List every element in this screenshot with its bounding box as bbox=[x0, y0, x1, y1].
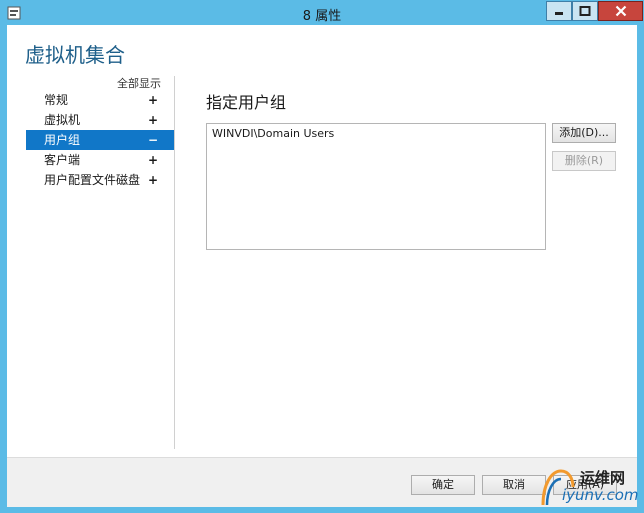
expand-icon[interactable]: + bbox=[148, 170, 158, 190]
properties-window: 8 属性 虚拟机集合 全部显示 常规 + 虚拟机 + 用户组 − 客户端 + 用… bbox=[0, 0, 644, 513]
ok-button[interactable]: 确定 bbox=[411, 475, 475, 495]
expand-icon[interactable]: + bbox=[148, 150, 158, 170]
maximize-button[interactable] bbox=[572, 1, 598, 21]
sidebar-item-client[interactable]: 客户端 + bbox=[26, 150, 174, 170]
sidebar-item-label: 客户端 bbox=[44, 153, 81, 167]
sidebar-item-label: 虚拟机 bbox=[44, 113, 81, 127]
add-button[interactable]: 添加(D)... bbox=[552, 123, 616, 143]
sidebar-nav: 常规 + 虚拟机 + 用户组 − 客户端 + 用户配置文件磁盘 + bbox=[26, 90, 174, 190]
sidebar-item-label: 用户配置文件磁盘 bbox=[44, 173, 141, 187]
delete-button[interactable]: 删除(R) bbox=[552, 151, 616, 171]
page-heading: 虚拟机集合 bbox=[25, 43, 125, 67]
expand-icon[interactable]: + bbox=[148, 90, 158, 110]
show-all-link[interactable]: 全部显示 bbox=[117, 75, 161, 91]
close-icon bbox=[615, 5, 626, 17]
maximize-icon bbox=[579, 6, 591, 16]
collapse-icon[interactable]: − bbox=[148, 130, 158, 150]
sidebar-item-virtual-machines[interactable]: 虚拟机 + bbox=[26, 110, 174, 130]
sidebar-item-label: 常规 bbox=[44, 93, 69, 107]
close-button[interactable] bbox=[598, 1, 643, 21]
sidebar-item-label: 用户组 bbox=[44, 133, 81, 147]
watermark-url: iyunv.com bbox=[562, 486, 639, 504]
watermark-text: 运维网 bbox=[580, 469, 626, 487]
user-group-list[interactable]: WINVDI\Domain Users bbox=[206, 123, 546, 250]
sidebar-divider bbox=[174, 76, 175, 449]
dialog-content: 虚拟机集合 全部显示 常规 + 虚拟机 + 用户组 − 客户端 + 用户配置文件… bbox=[7, 25, 637, 507]
sidebar-item-user-profile-disks[interactable]: 用户配置文件磁盘 + bbox=[26, 170, 174, 190]
expand-icon[interactable]: + bbox=[148, 110, 158, 130]
sidebar-item-general[interactable]: 常规 + bbox=[26, 90, 174, 110]
section-title: 指定用户组 bbox=[206, 93, 287, 112]
minimize-button[interactable] bbox=[546, 1, 572, 21]
minimize-icon bbox=[555, 12, 563, 15]
list-item[interactable]: WINVDI\Domain Users bbox=[212, 127, 334, 140]
sidebar-item-user-groups[interactable]: 用户组 − bbox=[26, 130, 174, 150]
title-bar[interactable]: 8 属性 bbox=[1, 1, 643, 25]
